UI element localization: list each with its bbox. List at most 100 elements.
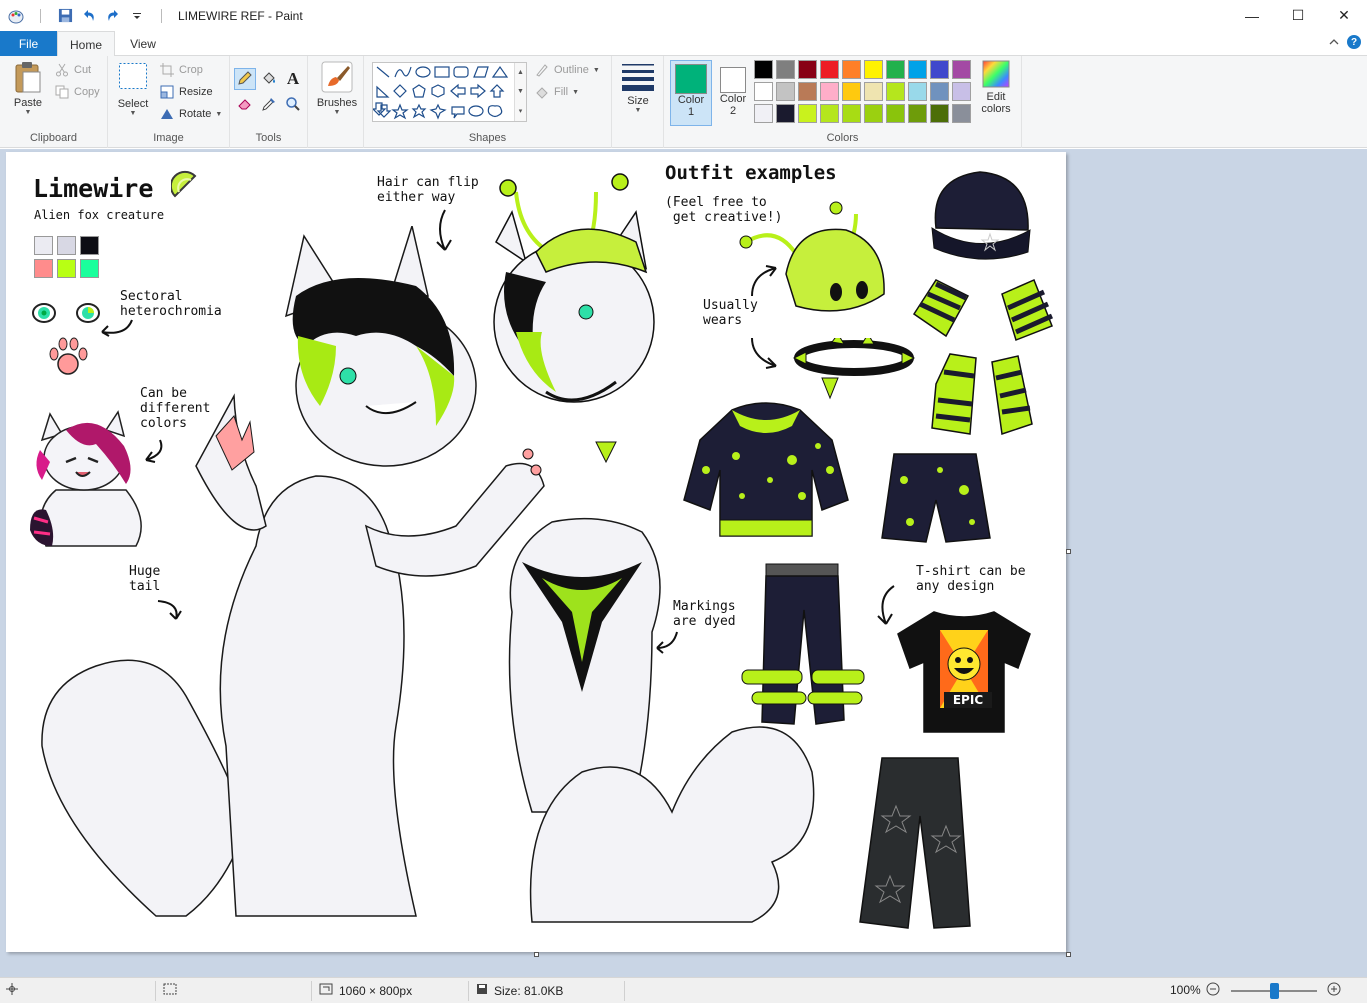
maximize-button[interactable]: ☐ — [1275, 0, 1321, 31]
save-icon[interactable] — [57, 8, 73, 24]
minimize-button[interactable]: — — [1229, 0, 1275, 31]
title-bar: LIMEWIRE REF - Paint — ☐ ✕ — [0, 0, 1367, 31]
palette-swatch[interactable] — [820, 82, 839, 101]
undo-icon[interactable] — [81, 8, 97, 24]
shapes-scroll[interactable]: ▲ ▼ ▾ — [514, 63, 526, 121]
palette-swatch[interactable] — [776, 104, 795, 123]
zoom-out-icon — [1206, 982, 1220, 999]
palette-swatch[interactable] — [908, 60, 927, 79]
palette-swatch[interactable] — [908, 104, 927, 123]
pencil-tool[interactable] — [234, 68, 256, 90]
resize-button[interactable]: Resize — [159, 84, 213, 100]
scroll-up-icon[interactable]: ▲ — [517, 69, 524, 76]
canvas-resize-handle-right[interactable] — [1066, 549, 1071, 554]
fill-dropdown-icon: ▼ — [572, 88, 579, 96]
zoom-slider-thumb[interactable] — [1270, 983, 1279, 999]
palette-swatch[interactable] — [798, 82, 817, 101]
epic-text: EPIC — [944, 692, 992, 708]
palette-swatch[interactable] — [776, 60, 795, 79]
palette-swatch[interactable] — [930, 104, 949, 123]
zoom-out-button[interactable] — [1206, 982, 1220, 999]
cargo-pants-art — [741, 563, 865, 725]
crop-label: Crop — [179, 64, 203, 76]
crop-button[interactable]: Crop — [159, 62, 203, 78]
help-icon[interactable]: ? — [1347, 35, 1361, 49]
color1-selector[interactable]: Color 1 — [670, 60, 712, 126]
shapes-gallery[interactable]: ▲ ▼ ▾ — [372, 62, 527, 122]
resize-icon — [159, 84, 175, 100]
shapes-group: ▲ ▼ ▾ Outline ▼ Fill ▼ Shapes — [364, 56, 612, 148]
palette-swatch[interactable] — [952, 60, 971, 79]
collapse-ribbon-icon[interactable] — [1329, 35, 1339, 49]
zoom-in-button[interactable] — [1327, 982, 1341, 999]
eraser-tool[interactable] — [234, 94, 256, 116]
fill-icon — [534, 84, 550, 100]
resize-label: Resize — [179, 86, 213, 98]
palette-swatch[interactable] — [908, 82, 927, 101]
palette-swatch[interactable] — [754, 82, 773, 101]
fill-tool[interactable] — [258, 68, 280, 90]
palette-swatch[interactable] — [798, 104, 817, 123]
status-separator-3 — [468, 981, 469, 1001]
select-icon — [118, 62, 148, 93]
palette-swatch[interactable] — [864, 82, 883, 101]
palette-swatch[interactable] — [776, 82, 795, 101]
dimensions-text: 1060 × 800px — [339, 983, 413, 998]
cut-button[interactable]: Cut — [54, 62, 91, 78]
expand-gallery-icon[interactable]: ▾ — [519, 107, 523, 115]
size-group: Size ▼ — [612, 56, 664, 148]
palette-swatch[interactable] — [820, 104, 839, 123]
palette-swatch[interactable] — [952, 82, 971, 101]
tab-view[interactable]: View — [117, 31, 169, 56]
tab-file[interactable]: File — [0, 31, 57, 56]
rotate-icon — [159, 106, 175, 122]
status-separator-2 — [311, 981, 312, 1001]
zoom-text: 100% — [1170, 983, 1201, 997]
palette-swatch[interactable] — [820, 60, 839, 79]
brushes-button[interactable]: Brushes ▼ — [314, 60, 360, 116]
text-tool[interactable]: A — [282, 68, 304, 90]
edit-colors-button[interactable]: Edit colors — [976, 60, 1016, 115]
drawing-canvas[interactable]: Limewire Alien fox creature Sectoral het… — [6, 152, 1066, 952]
canvas-resize-handle-corner[interactable] — [1066, 952, 1071, 957]
selection-size — [163, 983, 177, 998]
magnifier-tool[interactable] — [282, 94, 304, 116]
palette-swatch[interactable] — [930, 60, 949, 79]
scroll-down-icon[interactable]: ▼ — [517, 88, 524, 95]
palette-swatch[interactable] — [842, 104, 861, 123]
fill-button[interactable]: Fill ▼ — [534, 84, 579, 100]
palette-swatch[interactable] — [930, 82, 949, 101]
palette-swatch[interactable] — [952, 104, 971, 123]
palette-swatch[interactable] — [886, 82, 905, 101]
palette-swatch[interactable] — [754, 60, 773, 79]
palette-swatch[interactable] — [864, 104, 883, 123]
close-button[interactable]: ✕ — [1321, 0, 1367, 31]
size-button[interactable]: Size ▼ — [620, 62, 656, 114]
rotate-button[interactable]: Rotate ▼ — [159, 106, 222, 122]
outfit-title: Outfit examples — [665, 162, 837, 184]
select-button[interactable]: Select ▼ — [116, 62, 150, 117]
outline-button[interactable]: Outline ▼ — [534, 62, 600, 78]
palette-swatch[interactable] — [842, 60, 861, 79]
customize-qat-icon[interactable] — [129, 8, 145, 24]
palette-swatch[interactable] — [842, 82, 861, 101]
redo-icon[interactable] — [105, 8, 121, 24]
paste-button[interactable]: Paste ▼ — [8, 60, 48, 116]
beanie-art — [931, 171, 1031, 260]
canvas-resize-handle-bottom[interactable] — [534, 952, 539, 957]
ribbon-right-controls: ? — [1329, 35, 1361, 49]
palette-swatch[interactable] — [754, 104, 773, 123]
copy-button[interactable]: Copy — [54, 84, 100, 100]
clipboard-group: Paste ▼ Cut Copy Clipboard — [0, 56, 108, 148]
outline-dropdown-icon: ▼ — [592, 66, 600, 74]
palette-swatch[interactable] — [886, 104, 905, 123]
alien-cap-art — [739, 201, 885, 312]
color-picker-tool[interactable] — [258, 94, 280, 116]
tab-home[interactable]: Home — [57, 31, 115, 57]
palette-swatch[interactable] — [864, 60, 883, 79]
cut-label: Cut — [74, 64, 92, 76]
color2-selector[interactable]: Color 2 — [712, 60, 754, 126]
palette-swatch[interactable] — [798, 60, 817, 79]
brushes-group: Brushes ▼ — [308, 56, 364, 148]
palette-swatch[interactable] — [886, 60, 905, 79]
